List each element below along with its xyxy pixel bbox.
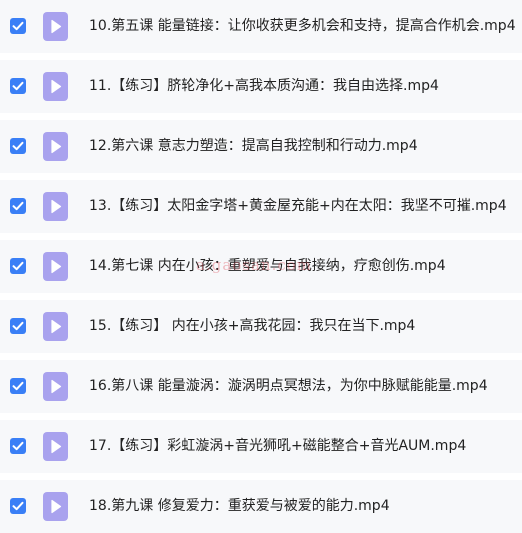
video-file-play-icon [43, 72, 68, 101]
video-file-play-icon [43, 312, 68, 341]
file-row[interactable]: 16.第八课 能量漩涡：漩涡明点冥想法，为你中脉赋能能量.mp4 [0, 360, 522, 413]
checkmark-icon [12, 21, 24, 31]
file-checkbox[interactable] [10, 18, 26, 34]
checkmark-icon [12, 321, 24, 331]
file-row[interactable]: 18.第九课 修复爱力：重获爱与被爱的能力.mp4 [0, 480, 522, 533]
file-name[interactable]: 14.第七课 内在小孩：重塑爱与自我接纳，疗愈创伤.mp4 [89, 240, 446, 293]
file-name[interactable]: 10.第五课 能量链接：让你收获更多机会和支持，提高合作机会.mp4 [89, 0, 516, 53]
video-file-play-icon [43, 432, 68, 461]
file-name[interactable]: 13.【练习】太阳金字塔+黄金屋充能+内在太阳：我坚不可摧.mp4 [89, 180, 507, 233]
file-checkbox[interactable] [10, 498, 26, 514]
file-row[interactable]: 12.第六课 意志力塑造：提高自我控制和行动力.mp4 [0, 120, 522, 173]
file-name[interactable]: 18.第九课 修复爱力：重获爱与被爱的能力.mp4 [89, 480, 390, 533]
file-name[interactable]: 16.第八课 能量漩涡：漩涡明点冥想法，为你中脉赋能能量.mp4 [89, 360, 488, 413]
file-row[interactable]: 13.【练习】太阳金字塔+黄金屋充能+内在太阳：我坚不可摧.mp4 [0, 180, 522, 233]
file-row[interactable]: 17.【练习】彩虹漩涡+音光狮吼+磁能整合+音光AUM.mp4 [0, 420, 522, 473]
file-row[interactable]: 10.第五课 能量链接：让你收获更多机会和支持，提高合作机会.mp4 [0, 0, 522, 53]
file-checkbox[interactable] [10, 78, 26, 94]
file-name[interactable]: 11.【练习】脐轮净化+高我本质沟通：我自由选择.mp4 [89, 60, 439, 113]
checkmark-icon [12, 381, 24, 391]
video-file-play-icon [43, 492, 68, 521]
file-checkbox[interactable] [10, 438, 26, 454]
video-file-play-icon [43, 192, 68, 221]
file-name[interactable]: 15.【练习】 内在小孩+高我花园：我只在当下.mp4 [89, 300, 415, 353]
file-row[interactable]: 11.【练习】脐轮净化+高我本质沟通：我自由选择.mp4 [0, 60, 522, 113]
file-name[interactable]: 12.第六课 意志力塑造：提高自我控制和行动力.mp4 [89, 120, 418, 173]
video-file-play-icon [43, 372, 68, 401]
file-name[interactable]: 17.【练习】彩虹漩涡+音光狮吼+磁能整合+音光AUM.mp4 [89, 420, 466, 473]
file-list: 10.第五课 能量链接：让你收获更多机会和支持，提高合作机会.mp4 11.【练… [0, 0, 522, 533]
file-row[interactable]: 15.【练习】 内在小孩+高我花园：我只在当下.mp4 [0, 300, 522, 353]
checkmark-icon [12, 201, 24, 211]
checkmark-icon [12, 261, 24, 271]
file-row[interactable]: 14.第七课 内在小孩：重塑爱与自我接纳，疗愈创伤.mp4 [0, 240, 522, 293]
video-file-play-icon [43, 132, 68, 161]
file-checkbox[interactable] [10, 378, 26, 394]
checkmark-icon [12, 141, 24, 151]
checkmark-icon [12, 81, 24, 91]
file-checkbox[interactable] [10, 258, 26, 274]
video-file-play-icon [43, 252, 68, 281]
file-checkbox[interactable] [10, 138, 26, 154]
checkmark-icon [12, 501, 24, 511]
file-checkbox[interactable] [10, 198, 26, 214]
checkmark-icon [12, 441, 24, 451]
video-file-play-icon [43, 12, 68, 41]
file-checkbox[interactable] [10, 318, 26, 334]
